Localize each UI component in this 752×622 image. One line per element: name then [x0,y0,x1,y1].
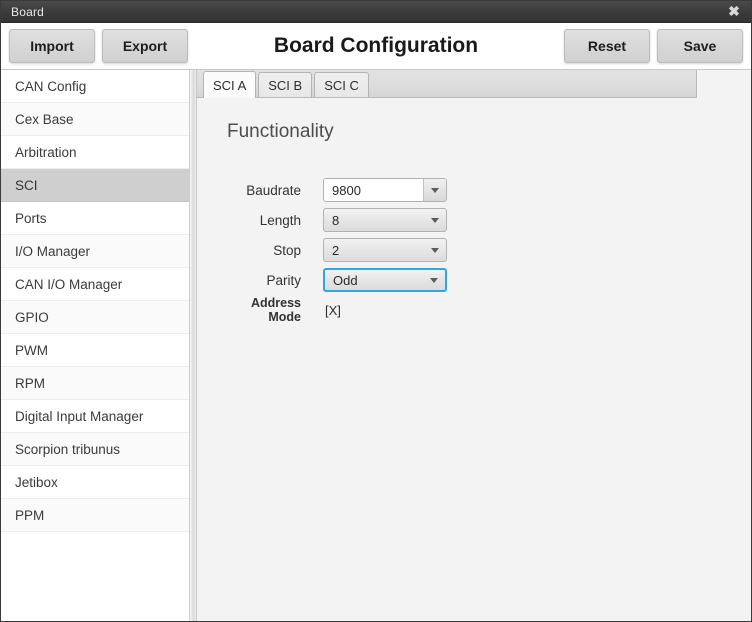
sidebar-item-pwm[interactable]: PWM [1,334,189,367]
content-pane: SCI A SCI B SCI C Functionality Baudrate 9… [197,70,751,621]
panel-splitter[interactable] [190,70,197,621]
parity-label: Parity [266,272,301,288]
sidebar-item-scorpion-tribunus[interactable]: Scorpion tribunus [1,433,189,466]
body-split: CAN Config Cex Base Arbitration SCI Ports I/O… [1,70,751,621]
sidebar-item-can-i-o-manager[interactable]: CAN I/O Manager [1,268,189,301]
chevron-down-icon[interactable] [424,239,446,261]
form-row-stop: Stop 2 [227,235,447,265]
baudrate-combobox[interactable]: 9800 [323,178,447,202]
tab-strip: SCI A SCI B SCI C [197,70,697,98]
close-icon[interactable]: ✖ [717,1,751,22]
sidebar-item-jetibox[interactable]: Jetibox [1,466,189,499]
sidebar-item-rpm[interactable]: RPM [1,367,189,400]
form-row-length: Length 8 [227,205,447,235]
stop-label: Stop [273,242,301,258]
chevron-down-icon[interactable] [423,270,445,290]
address-mode-label: Address Mode [250,296,301,324]
tab-sci-c[interactable]: SCI C [314,72,369,97]
window-title: Board [11,4,45,19]
title-bar: Board ✖ [1,1,751,23]
tab-sci-a[interactable]: SCI A [203,71,257,98]
board-configuration-window: Board ✖ Import Export Board Configuratio… [0,0,752,622]
baudrate-value[interactable]: 9800 [324,179,423,201]
form-row-address-mode: Address Mode [X] [227,295,447,325]
functionality-form: Baudrate 9800 Length 8 Stop 2 Parity Odd… [227,175,447,325]
sidebar-item-cex-base[interactable]: Cex Base [1,103,189,136]
reset-button[interactable]: Reset [564,29,650,63]
section-heading: Functionality [227,121,334,142]
sidebar-item-can-config[interactable]: CAN Config [1,70,189,103]
parity-value: Odd [333,272,358,288]
parity-combobox[interactable]: Odd [323,268,447,292]
export-button[interactable]: Export [102,29,188,63]
tab-panel-sci-a: Functionality Baudrate 9800 Length 8 Sto… [197,99,751,621]
save-button[interactable]: Save [657,29,743,63]
toolbar-left-group: Import Export [9,29,188,63]
stop-combobox[interactable]: 2 [323,238,447,262]
import-button[interactable]: Import [9,29,95,63]
stop-value: 2 [332,242,340,258]
sidebar-item-digital-input-manager[interactable]: Digital Input Manager [1,400,189,433]
chevron-down-icon[interactable] [424,209,446,231]
sidebar-item-i-o-manager[interactable]: I/O Manager [1,235,189,268]
sidebar-item-sci[interactable]: SCI [1,169,189,202]
form-row-baudrate: Baudrate 9800 [227,175,447,205]
length-value: 8 [332,212,340,228]
chevron-down-icon[interactable] [423,179,446,201]
toolbar: Import Export Board Configuration Reset … [1,23,751,70]
form-row-parity: Parity Odd [227,265,447,295]
sidebar-item-ppm[interactable]: PPM [1,499,189,532]
sidebar-item-ports[interactable]: Ports [1,202,189,235]
tab-sci-b[interactable]: SCI B [258,72,313,97]
sidebar-navigation: CAN Config Cex Base Arbitration SCI Ports I/O… [1,70,190,621]
length-combobox[interactable]: 8 [323,208,447,232]
sidebar-item-arbitration[interactable]: Arbitration [1,136,189,169]
baudrate-label: Baudrate [246,182,301,198]
sidebar-item-gpio[interactable]: GPIO [1,301,189,334]
toolbar-right-group: Reset Save [564,29,743,63]
address-mode-value: [X] [325,302,341,318]
length-label: Length [259,212,301,228]
